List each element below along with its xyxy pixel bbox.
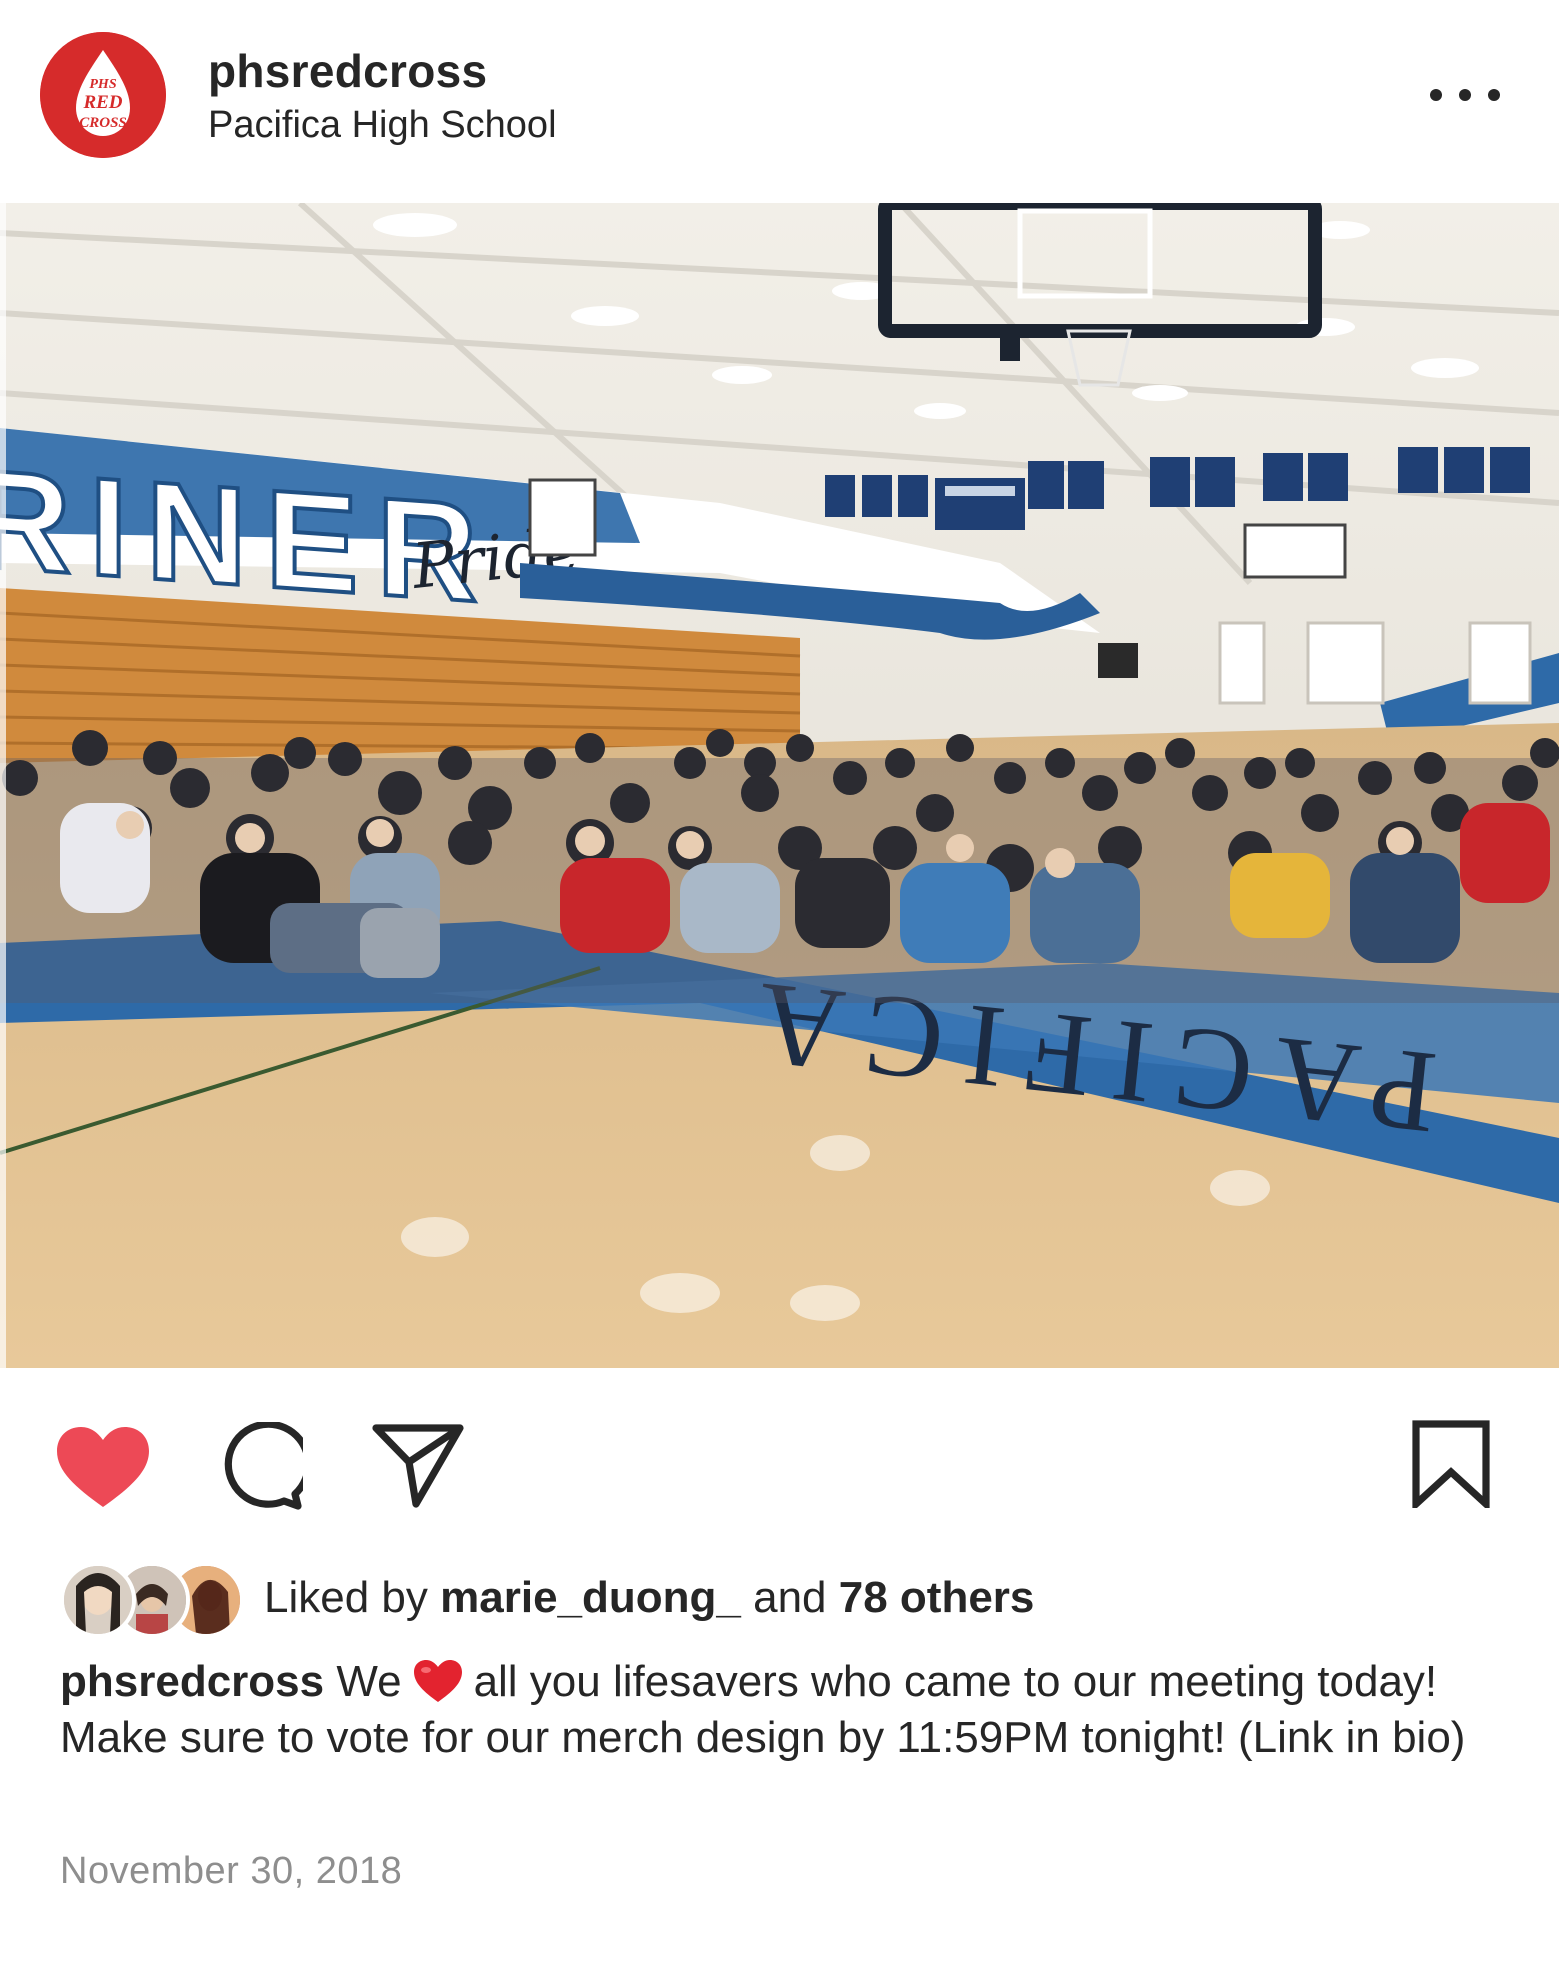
dot-icon [1459, 89, 1471, 101]
likes-others-count[interactable]: 78 others [839, 1573, 1035, 1622]
heart-filled-icon [57, 1427, 149, 1507]
profile-avatar[interactable]: PHS RED CROSS [40, 32, 166, 158]
students-crowd [0, 729, 1559, 1003]
logo-text-cross: CROSS [79, 115, 127, 131]
post-header: PHS RED CROSS phsredcross Pacifica High … [0, 0, 1559, 190]
post-photo[interactable]: RINER Pride PACIFICA [0, 203, 1559, 1368]
liker-avatar [60, 1562, 136, 1638]
dot-icon [1430, 89, 1442, 101]
comment-button[interactable] [215, 1422, 303, 1510]
logo-text-red: RED [82, 92, 122, 113]
likes-text[interactable]: Liked by marie_duong_ and 78 others [264, 1573, 1034, 1623]
first-liker-username[interactable]: marie_duong_ [440, 1573, 741, 1622]
liker-avatars[interactable] [60, 1560, 244, 1638]
gym-photo-illustration: RINER Pride PACIFICA [0, 203, 1559, 1368]
more-options-button[interactable] [1430, 70, 1500, 120]
like-button[interactable] [55, 1425, 151, 1509]
logo-text-phs: PHS [89, 77, 116, 92]
save-button[interactable] [1412, 1420, 1490, 1508]
post-date: November 30, 2018 [60, 1850, 403, 1892]
red-cross-logo-icon: PHS RED CROSS [40, 32, 166, 158]
caption-text-before: We [336, 1657, 402, 1706]
share-button[interactable] [372, 1422, 464, 1508]
red-heart-emoji-icon [413, 1660, 462, 1702]
likes-prefix: Liked by [264, 1573, 428, 1622]
send-paper-plane-icon [372, 1424, 464, 1508]
likes-summary: Liked by marie_duong_ and 78 others [60, 1560, 1034, 1638]
post-location[interactable]: Pacifica High School [208, 104, 557, 147]
likes-joiner: and [753, 1573, 827, 1622]
post-caption: phsredcross We all you lifesavers who ca… [60, 1654, 1510, 1766]
bookmark-icon [1412, 1420, 1490, 1508]
dot-icon [1488, 89, 1500, 101]
comment-bubble-icon [224, 1422, 303, 1510]
caption-username[interactable]: phsredcross [60, 1657, 324, 1706]
post-actions-bar [0, 1400, 1559, 1520]
post-username[interactable]: phsredcross [208, 44, 487, 98]
